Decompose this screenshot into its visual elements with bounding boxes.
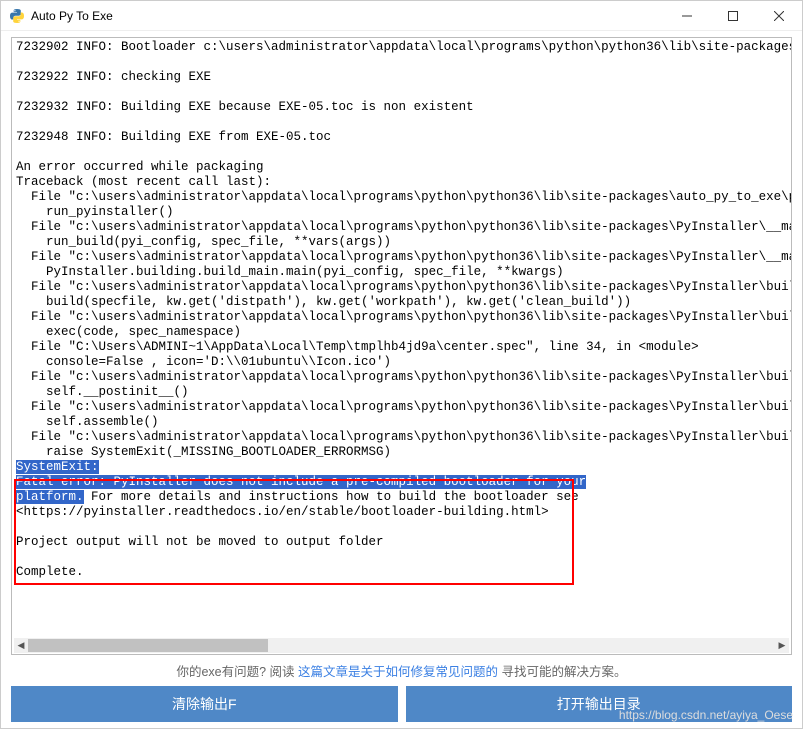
maximize-button[interactable] <box>710 1 756 31</box>
clear-output-button[interactable]: 清除输出F <box>11 686 398 722</box>
maximize-icon <box>728 11 738 21</box>
scroll-left-icon[interactable]: ◀ <box>14 639 28 653</box>
watermark-text: https://blog.csdn.net/ayiya_Oese <box>619 708 793 722</box>
console-text-top: 7232902 INFO: Bootloader c:\users\admini… <box>16 40 791 459</box>
help-prefix: 你的exe有问题? 阅读 <box>176 665 298 679</box>
titlebar: Auto Py To Exe <box>1 1 802 31</box>
close-button[interactable] <box>756 1 802 31</box>
error-selection-line1: SystemExit: <box>16 460 99 474</box>
minimize-button[interactable] <box>664 1 710 31</box>
titlebar-left: Auto Py To Exe <box>9 8 113 24</box>
minimize-icon <box>682 11 692 21</box>
error-highlight-box <box>14 479 574 585</box>
help-suffix: 寻找可能的解决方案。 <box>498 665 626 679</box>
scrollbar-thumb[interactable] <box>28 639 268 652</box>
titlebar-controls <box>664 1 802 31</box>
console-container: 7232902 INFO: Bootloader c:\users\admini… <box>11 37 792 655</box>
help-link[interactable]: 这篇文章是关于如何修复常见问题的 <box>298 665 498 679</box>
scroll-right-icon[interactable]: ▶ <box>775 639 789 653</box>
close-icon <box>774 11 784 21</box>
python-icon <box>9 8 25 24</box>
horizontal-scrollbar[interactable]: ◀ ▶ <box>14 638 789 653</box>
window-title: Auto Py To Exe <box>31 9 113 23</box>
app-window: Auto Py To Exe 7232902 INFO: Bootloader … <box>0 0 803 729</box>
help-text: 你的exe有问题? 阅读 这篇文章是关于如何修复常见问题的 寻找可能的解决方案。 <box>1 659 802 686</box>
